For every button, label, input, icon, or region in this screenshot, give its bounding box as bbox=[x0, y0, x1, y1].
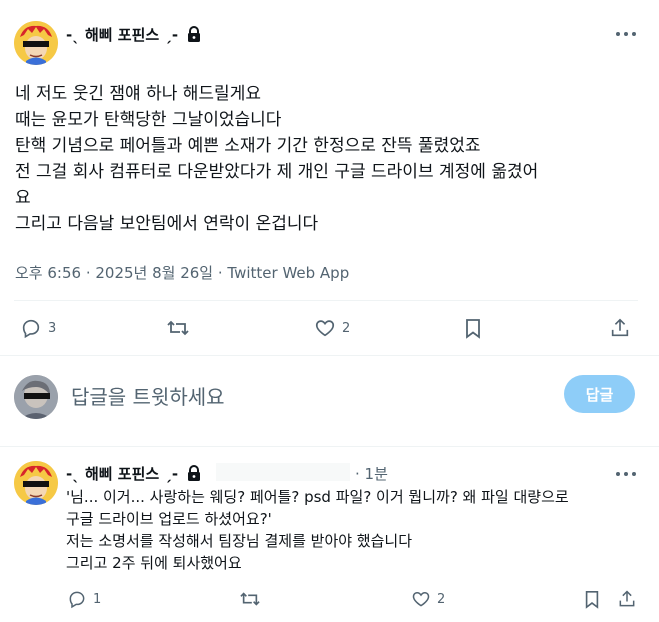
reply-share-action[interactable] bbox=[617, 589, 637, 609]
reply-author-avatar[interactable] bbox=[14, 461, 58, 505]
reply-button[interactable]: 답글 bbox=[564, 375, 635, 413]
reply-more-options-icon[interactable] bbox=[614, 464, 638, 484]
tweet-timestamp[interactable]: 오후 6:56 · 2025년 8월 26일 · Twitter Web App bbox=[15, 262, 349, 283]
heart-icon bbox=[412, 591, 430, 607]
heart-icon bbox=[315, 320, 335, 337]
reply-like-action[interactable]: 2 bbox=[411, 589, 445, 609]
author-avatar[interactable] bbox=[14, 21, 58, 65]
avatar-illustration bbox=[14, 21, 58, 65]
tweet-line: 전 그걸 회사 컴퓨터로 다운받았다가 제 개인 구글 드라이브 계정에 옮겼어 bbox=[15, 162, 539, 182]
reply-line: 저는 소명서를 작성해서 팀장님 결제를 받아야 했습니다 bbox=[66, 532, 413, 550]
tweet-line: 그리고 다음날 보안팀에서 연락이 온겁니다 bbox=[15, 214, 319, 234]
tweet-line: 요 bbox=[15, 188, 31, 208]
share-icon bbox=[611, 318, 629, 337]
user-avatar-image bbox=[14, 375, 58, 419]
reply-like-count: 2 bbox=[437, 591, 446, 607]
tweet-line: 네 저도 웃긴 잼얘 하나 해드릴게요 bbox=[15, 84, 261, 104]
reply-author-name-text[interactable]: -ˎ 해삐 포핀스 ˏ- bbox=[66, 465, 178, 483]
share-icon bbox=[619, 590, 635, 607]
lock-icon bbox=[188, 26, 201, 42]
tweet-text: 네 저도 웃긴 잼얘 하나 해드릴게요 때는 윤모가 탄핵당한 그날이었습니다 … bbox=[15, 81, 645, 237]
reply-action[interactable]: 3 bbox=[20, 317, 56, 339]
avatar-illustration bbox=[14, 461, 58, 505]
reply-reply-count: 1 bbox=[93, 591, 102, 607]
retweet-icon bbox=[167, 320, 189, 336]
reply-retweet-action[interactable] bbox=[239, 589, 261, 609]
reply-icon bbox=[22, 319, 40, 339]
more-options-icon[interactable] bbox=[614, 24, 638, 44]
reply-time[interactable]: · 1분 bbox=[355, 463, 388, 484]
reply-line: 그리고 2주 뒤에 퇴사했어요 bbox=[66, 554, 242, 572]
tweet-line: 탄핵 기념으로 페어틀과 예쁜 소재가 기간 한정으로 잔뜩 풀렸었죠 bbox=[15, 136, 481, 156]
bookmark-icon bbox=[585, 590, 599, 609]
reply-reply-action[interactable]: 1 bbox=[67, 589, 101, 609]
share-action[interactable] bbox=[609, 317, 631, 339]
divider bbox=[0, 355, 659, 356]
like-action[interactable]: 2 bbox=[314, 317, 350, 339]
bookmark-action[interactable] bbox=[463, 317, 483, 339]
author-name[interactable]: -ˎ 해삐 포핀스 ˏ- bbox=[66, 24, 201, 45]
divider bbox=[0, 446, 659, 447]
author-name-text[interactable]: -ˎ 해삐 포핀스 ˏ- bbox=[66, 26, 178, 44]
reply-bookmark-action[interactable] bbox=[583, 589, 601, 609]
lock-icon bbox=[188, 465, 201, 481]
tweet-line: 때는 윤모가 탄핵당한 그날이었습니다 bbox=[15, 110, 282, 130]
retweet-action[interactable] bbox=[166, 317, 190, 339]
reply-line: 구글 드라이브 업로드 하셨어요?' bbox=[66, 510, 272, 528]
bookmark-icon bbox=[466, 319, 480, 339]
reply-line: '님... 이거... 사랑하는 웨딩? 페어틀? psd 파일? 이거 뭡니까… bbox=[66, 488, 569, 506]
reply-count: 3 bbox=[48, 320, 57, 336]
divider bbox=[14, 300, 638, 301]
like-count: 2 bbox=[342, 320, 351, 336]
reply-input[interactable]: 답글을 트윗하세요 bbox=[71, 381, 225, 410]
reply-text: '님... 이거... 사랑하는 웨딩? 페어틀? psd 파일? 이거 뭡니까… bbox=[66, 486, 646, 574]
redacted-handle bbox=[216, 463, 350, 481]
user-avatar[interactable] bbox=[14, 375, 58, 419]
retweet-icon bbox=[240, 592, 260, 606]
reply-author-name[interactable]: -ˎ 해삐 포핀스 ˏ- bbox=[66, 463, 201, 484]
reply-icon bbox=[69, 591, 85, 609]
